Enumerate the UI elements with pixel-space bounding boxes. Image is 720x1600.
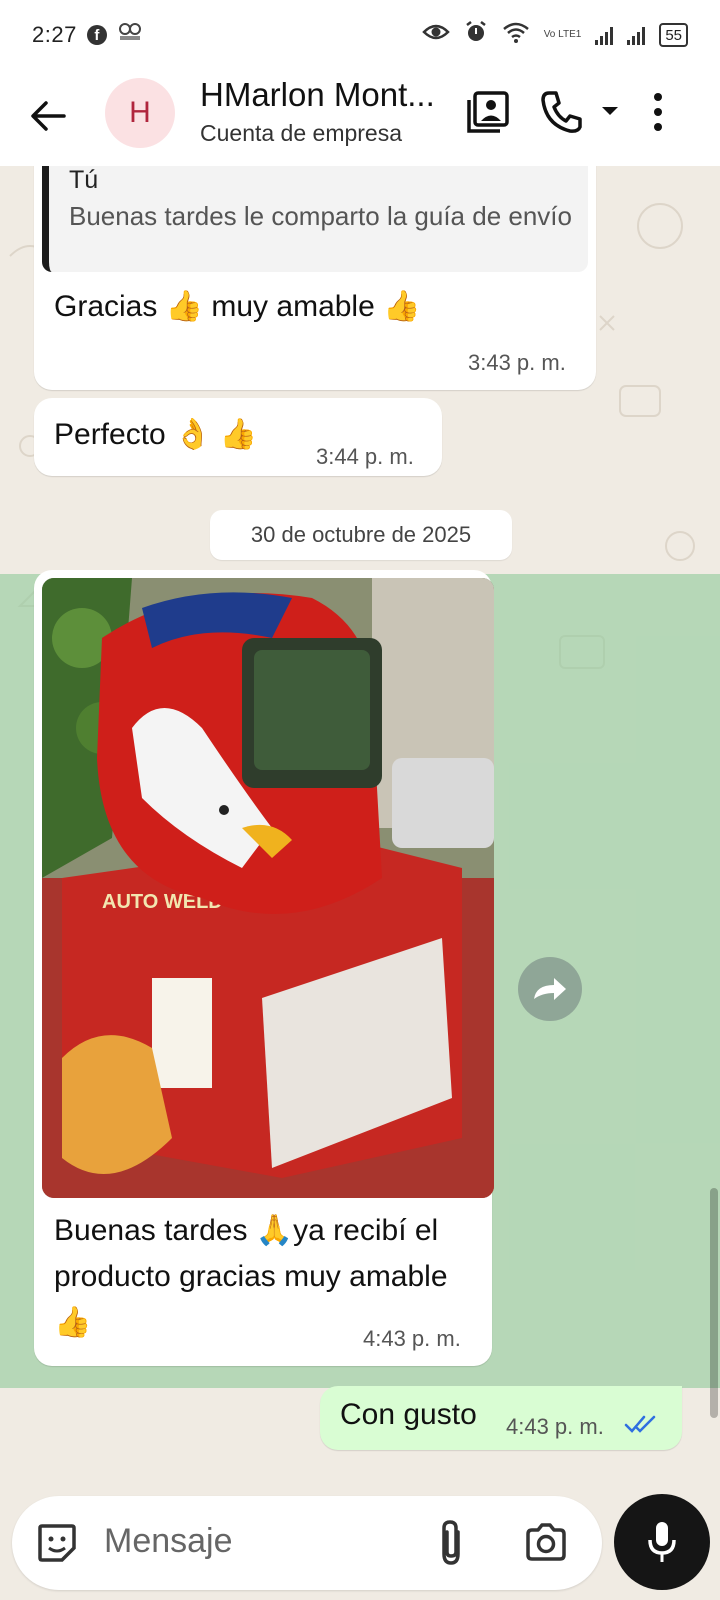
voice-message-button[interactable] bbox=[614, 1494, 710, 1590]
message-input[interactable]: Mensaje bbox=[104, 1522, 233, 1561]
message-text: Con gusto bbox=[340, 1398, 477, 1431]
contact-name[interactable]: HMarlon Mont... bbox=[200, 76, 435, 114]
phone-icon[interactable] bbox=[540, 90, 582, 139]
quoted-message[interactable]: Tú Buenas tardes le comparto la guía de … bbox=[42, 166, 588, 272]
forward-icon bbox=[534, 978, 566, 1000]
facebook-icon: f bbox=[86, 25, 107, 45]
back-arrow-icon[interactable] bbox=[28, 96, 68, 136]
signal-1-icon bbox=[595, 25, 614, 45]
message-photo[interactable]: AUTO WELD bbox=[42, 578, 494, 1198]
quote-text: Buenas tardes le comparto la guía de env… bbox=[69, 201, 572, 231]
quote-author: Tú bbox=[69, 166, 99, 194]
catalog-icon[interactable] bbox=[466, 90, 510, 139]
date-separator: 30 de octubre de 2025 bbox=[210, 510, 512, 560]
message-time: 3:44 p. m. bbox=[316, 444, 414, 469]
contact-avatar[interactable]: H bbox=[105, 78, 175, 148]
chat-area[interactable]: Tú Buenas tardes le comparto la guía de … bbox=[0, 166, 720, 1496]
status-bar: 2:27 f Vo LTE1 55 bbox=[0, 0, 720, 70]
forward-button[interactable] bbox=[518, 957, 582, 1021]
wifi-icon bbox=[502, 21, 530, 49]
message-time: 4:43 p. m. bbox=[506, 1414, 604, 1439]
battery-indicator: 55 bbox=[659, 23, 688, 47]
incoming-message[interactable]: Tú Buenas tardes le comparto la guía de … bbox=[34, 166, 596, 390]
message-time: 4:43 p. m. bbox=[363, 1326, 461, 1351]
signal-2-icon bbox=[627, 25, 646, 45]
more-options-icon[interactable] bbox=[652, 92, 664, 137]
alarm-icon bbox=[464, 20, 488, 50]
eye-icon bbox=[421, 22, 450, 48]
incoming-photo-message[interactable]: AUTO WELD Buenas tardes 🙏ya recibí el pr… bbox=[34, 570, 494, 1366]
call-dropdown-icon[interactable] bbox=[600, 104, 620, 123]
message-time: 3:43 p. m. bbox=[468, 350, 566, 375]
contact-subtitle: Cuenta de empresa bbox=[200, 120, 403, 146]
sticker-icon[interactable] bbox=[36, 1522, 78, 1569]
incoming-message[interactable]: Perfecto 👌 👍 3:44 p. m. bbox=[34, 398, 442, 476]
app-notification-icon bbox=[117, 21, 143, 49]
scrollbar[interactable] bbox=[710, 1188, 718, 1418]
message-text: Perfecto 👌 👍 bbox=[54, 418, 258, 451]
chat-header: H HMarlon Mont... Cuenta de empresa bbox=[0, 70, 720, 166]
outgoing-message[interactable]: Con gusto 4:43 p. m. bbox=[320, 1386, 682, 1450]
message-text: Gracias 👍 muy amable 👍 bbox=[54, 290, 421, 323]
camera-icon[interactable] bbox=[524, 1522, 568, 1567]
volte-label: Vo LTE1 bbox=[543, 29, 582, 40]
read-receipt-icon bbox=[624, 1414, 658, 1439]
attach-icon[interactable] bbox=[436, 1518, 466, 1573]
status-time: 2:27 bbox=[32, 22, 77, 47]
message-input-bar[interactable]: Mensaje bbox=[12, 1496, 602, 1590]
microphone-icon bbox=[648, 1522, 676, 1562]
